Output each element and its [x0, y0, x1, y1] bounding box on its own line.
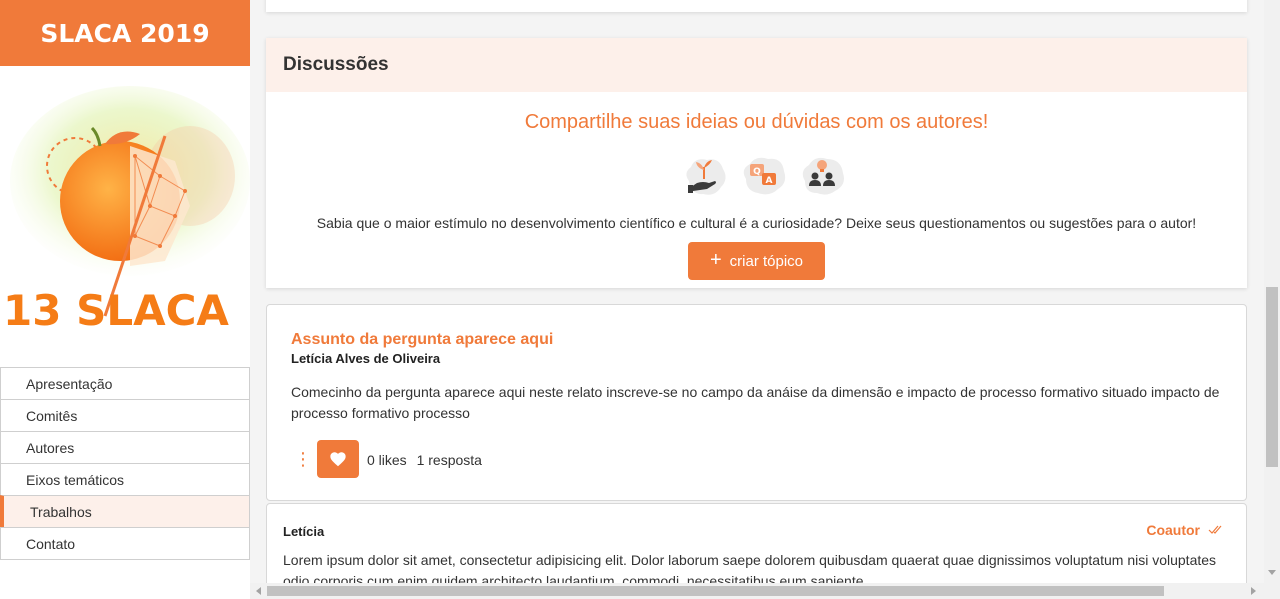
question-stats: 0 likes 1 resposta — [367, 452, 488, 468]
create-topic-label: criar tópico — [729, 252, 804, 270]
svg-text:A: A — [765, 176, 772, 186]
reply-role-label: Coautor — [1146, 522, 1200, 538]
question-card: Assunto da pergunta aparece aqui Letícia… — [266, 304, 1247, 501]
horizontal-scrollbar[interactable] — [250, 583, 1280, 599]
more-options-icon[interactable]: ⋮ — [294, 451, 312, 469]
people-idea-icon — [797, 151, 847, 201]
discussions-title: Discussões — [266, 38, 1247, 92]
scroll-left-arrow-icon[interactable] — [256, 587, 261, 595]
question-body: Comecinho da pergunta aparece aqui neste… — [291, 384, 1220, 421]
reply-role-badge: Coautor — [1146, 522, 1222, 538]
discussions-icons: Q A — [266, 151, 1247, 201]
sidebar-nav: Apresentação Comitês Autores Eixos temát… — [0, 367, 250, 560]
likes-count: 0 likes — [367, 452, 407, 468]
vertical-scroll-thumb[interactable] — [1266, 287, 1278, 467]
sidebar-item-autores[interactable]: Autores — [0, 431, 250, 464]
question-title[interactable]: Assunto da pergunta aparece aqui — [291, 331, 553, 349]
logo-text: 13 SLACA — [3, 286, 229, 335]
reply-body: Lorem ipsum dolor sit amet, consectetur … — [283, 552, 1217, 583]
replies-count[interactable]: 1 resposta — [417, 452, 482, 468]
previous-card — [266, 0, 1247, 12]
scroll-down-arrow-icon[interactable] — [1268, 570, 1276, 575]
event-title: SLACA 2019 — [0, 0, 250, 66]
discussions-description: Sabia que o maior estímulo no desenvolvi… — [316, 215, 1197, 231]
discussions-panel: Discussões Compartilhe suas ideias ou dú… — [266, 38, 1247, 288]
sidebar-item-contato[interactable]: Contato — [0, 527, 250, 560]
event-logo: 13 SLACA — [0, 66, 250, 366]
scroll-right-arrow-icon[interactable] — [1251, 587, 1256, 595]
vertical-scrollbar[interactable] — [1264, 0, 1280, 583]
reply-author: Letícia — [283, 524, 325, 539]
reply-card: Letícia Coautor Lorem ipsum dolor sit am… — [266, 503, 1247, 583]
discussions-subtitle: Compartilhe suas ideias ou dúvidas com o… — [524, 111, 989, 133]
qa-chat-icon: Q A — [738, 151, 788, 201]
sidebar: SLACA 2019 13 SLACA Apresentação Comitês… — [0, 0, 250, 599]
sidebar-item-eixos-tematicos[interactable]: Eixos temáticos — [0, 463, 250, 496]
sidebar-item-trabalhos[interactable]: Trabalhos — [0, 495, 250, 528]
growth-hand-icon — [679, 151, 729, 201]
horizontal-scroll-thumb[interactable] — [267, 586, 1164, 596]
double-check-icon — [1208, 525, 1222, 534]
sidebar-item-comites[interactable]: Comitês — [0, 399, 250, 432]
sidebar-item-apresentacao[interactable]: Apresentação — [0, 367, 250, 400]
plus-icon: + — [709, 249, 722, 271]
like-button[interactable] — [317, 440, 359, 478]
svg-text:Q: Q — [753, 167, 761, 177]
create-topic-button[interactable]: + criar tópico — [688, 242, 825, 280]
main-content: Discussões Compartilhe suas ideias ou dú… — [250, 0, 1264, 583]
heart-icon — [330, 452, 346, 467]
question-author: Letícia Alves de Oliveira — [291, 351, 441, 366]
